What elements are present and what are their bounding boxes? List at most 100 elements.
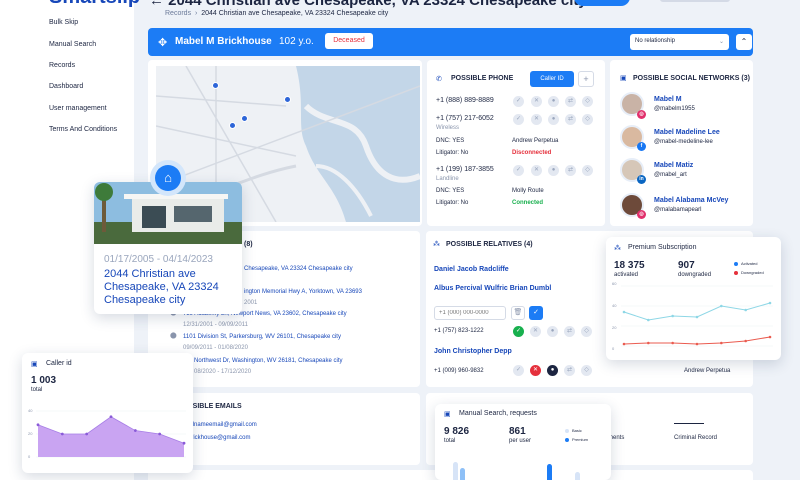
social-card: ▣ POSSIBLE SOCIAL NETWORKS (3) ◎ Mabel M… [610,60,753,226]
connection-status: Disconnected [512,150,552,156]
close-icon[interactable]: ✕ [530,326,541,337]
relative-phone-input[interactable] [434,306,506,320]
check-icon[interactable]: ✓ [513,96,524,107]
emails-title: SSIBLE EMAILS [188,403,242,410]
caller-id-button[interactable]: Caller ID [530,71,574,87]
address-dates: 2001 [244,300,258,306]
confirm-button[interactable]: ✓ [529,306,543,320]
legend-dot-basic [565,429,569,433]
trash-icon[interactable]: 🗑 [511,306,525,320]
address-line[interactable]: Chesapeake, VA 23324 Chesapeake city [244,266,353,272]
connection-status: Connected [512,200,544,206]
data-point [133,429,137,432]
chevron-down-icon: ⌄ [718,39,724,45]
email-address[interactable]: brickhouse@gmail.com [188,435,250,441]
tag-icon[interactable]: ◇ [581,326,592,337]
relative-name[interactable]: John Christopher Depp [434,348,512,355]
header-action-button[interactable] [574,0,630,6]
legend-downgraded: Downgraded [741,270,764,275]
email-address[interactable]: ailnameemail@gmail.com [188,422,257,428]
check-icon[interactable]: ✓ [513,365,524,376]
address-dates: 09/09/2011 - 01/08/2020 [183,345,248,351]
data-point-downgraded [647,341,650,345]
tag-icon[interactable]: ◇ [582,165,593,176]
relative-name[interactable]: Daniel Jacob Radcliffe [434,266,509,273]
check-icon[interactable]: ✓ [513,165,524,176]
map-pin-icon[interactable] [284,96,291,103]
move-icon[interactable]: ✥ [158,36,167,49]
dnc-status: DNC: YES [436,188,465,194]
back-arrow-icon[interactable]: ← [149,0,168,9]
phone-number[interactable]: +1 (757) 217-6052 [436,115,494,122]
map-pin-icon[interactable] [241,115,248,122]
records-column: Criminal Record [674,435,718,441]
address-line[interactable]: 1101 Division St, Parkersburg, WV 26101,… [183,334,341,340]
check-icon[interactable]: ✓ [513,114,524,125]
relative-phone[interactable]: +1 (009) 960-9832 [434,368,484,374]
person-bar: ✥ Mabel M Brickhouse 102 y.o. Deceased N… [148,28,753,56]
nav-manual-search[interactable]: Manual Search [49,41,96,48]
add-phone-button[interactable]: + [578,71,594,87]
breadcrumb-current: 2044 Christian ave Chesapeake, VA 23324 … [201,10,389,17]
popup-address[interactable]: 2044 Christian ave Chesapeake, VA 23324 … [104,268,236,307]
tag-icon[interactable]: ◇ [581,365,592,376]
address-line[interactable]: ington Memorial Hwy A, Yorktown, VA 2369… [244,289,362,295]
map-pin-icon[interactable] [229,122,236,129]
phone-owner: Molly Route [512,188,544,194]
tag-icon[interactable]: ◇ [582,96,593,107]
social-name[interactable]: Mabel Madeline Lee [654,129,720,136]
header-user-info [660,0,730,2]
transfer-icon[interactable]: ⇄ [565,114,576,125]
relationship-select[interactable]: No relationship ⌄ [630,34,729,50]
relative-phone[interactable]: +1 (757) 823-1222 [434,328,484,334]
map-pin-icon[interactable] [212,82,219,89]
litigator-status: Litigator: No [436,200,469,206]
y-tick-label: 0 [612,346,615,351]
person-icon[interactable]: ● [548,96,559,107]
caller-id-title: Caller id [46,360,72,367]
social-name[interactable]: Mabel Matiz [654,162,693,169]
close-icon[interactable]: ✕ [531,96,542,107]
nav-records[interactable]: Records [49,62,75,69]
data-point [109,415,113,419]
breadcrumb: Records › 2044 Christian ave Chesapeake,… [165,10,389,17]
caller-id-widget: ▣ Caller id 1 003 total 40 20 0 [22,353,193,473]
close-icon[interactable]: ✕ [530,365,541,376]
nav-user-management[interactable]: User management [49,105,107,112]
data-point-downgraded [720,341,723,345]
address-line[interactable]: Northwest Dr, Washington, WV 26181, Ches… [194,358,343,364]
social-name[interactable]: Mabel M [654,96,682,103]
transfer-icon[interactable]: ⇄ [565,96,576,107]
data-point-activated [695,315,699,319]
transfer-icon[interactable]: ⇄ [564,326,575,337]
phone-number[interactable]: +1 (888) 889-8889 [436,97,494,104]
total-value: 9 826 [444,426,470,437]
phone-number[interactable]: +1 (199) 187-3855 [436,166,494,173]
social-name[interactable]: Mabel Alabama McVey [654,197,728,204]
collapse-button[interactable]: ⌃ [736,34,752,50]
manual-search-widget: ▣ Manual Search, requests 9 826 total 86… [435,404,611,480]
y-tick-label: 40 [28,408,33,413]
breadcrumb-root[interactable]: Records [165,10,191,17]
social-handle: @mabel_art [654,172,687,178]
subscription-title: Premium Subscription [628,244,697,251]
data-point [85,432,89,436]
dnc-status: DNC: YES [436,138,465,144]
relative-name[interactable]: Albus Percival Wulfric Brian Dumbl [434,285,551,292]
nav-bulk-skip[interactable]: Bulk Skip [49,19,78,26]
person-icon[interactable]: ● [548,114,559,125]
check-icon[interactable]: ✓ [513,326,524,337]
phone-type: Landline [436,176,459,182]
nav-dashboard[interactable]: Dashboard [49,83,83,90]
person-icon[interactable]: ● [548,165,559,176]
address-dates: 08/2020 - 17/12/2020 [194,369,252,375]
close-icon[interactable]: ✕ [531,114,542,125]
person-icon[interactable]: ● [547,365,558,376]
transfer-icon[interactable]: ⇄ [565,165,576,176]
person-icon[interactable]: ● [547,326,558,337]
transfer-icon[interactable]: ⇄ [564,365,575,376]
close-icon[interactable]: ✕ [531,165,542,176]
tag-icon[interactable]: ◇ [582,114,593,125]
nav-terms[interactable]: Terms And Conditions [49,126,117,133]
bar-premium [547,464,552,480]
